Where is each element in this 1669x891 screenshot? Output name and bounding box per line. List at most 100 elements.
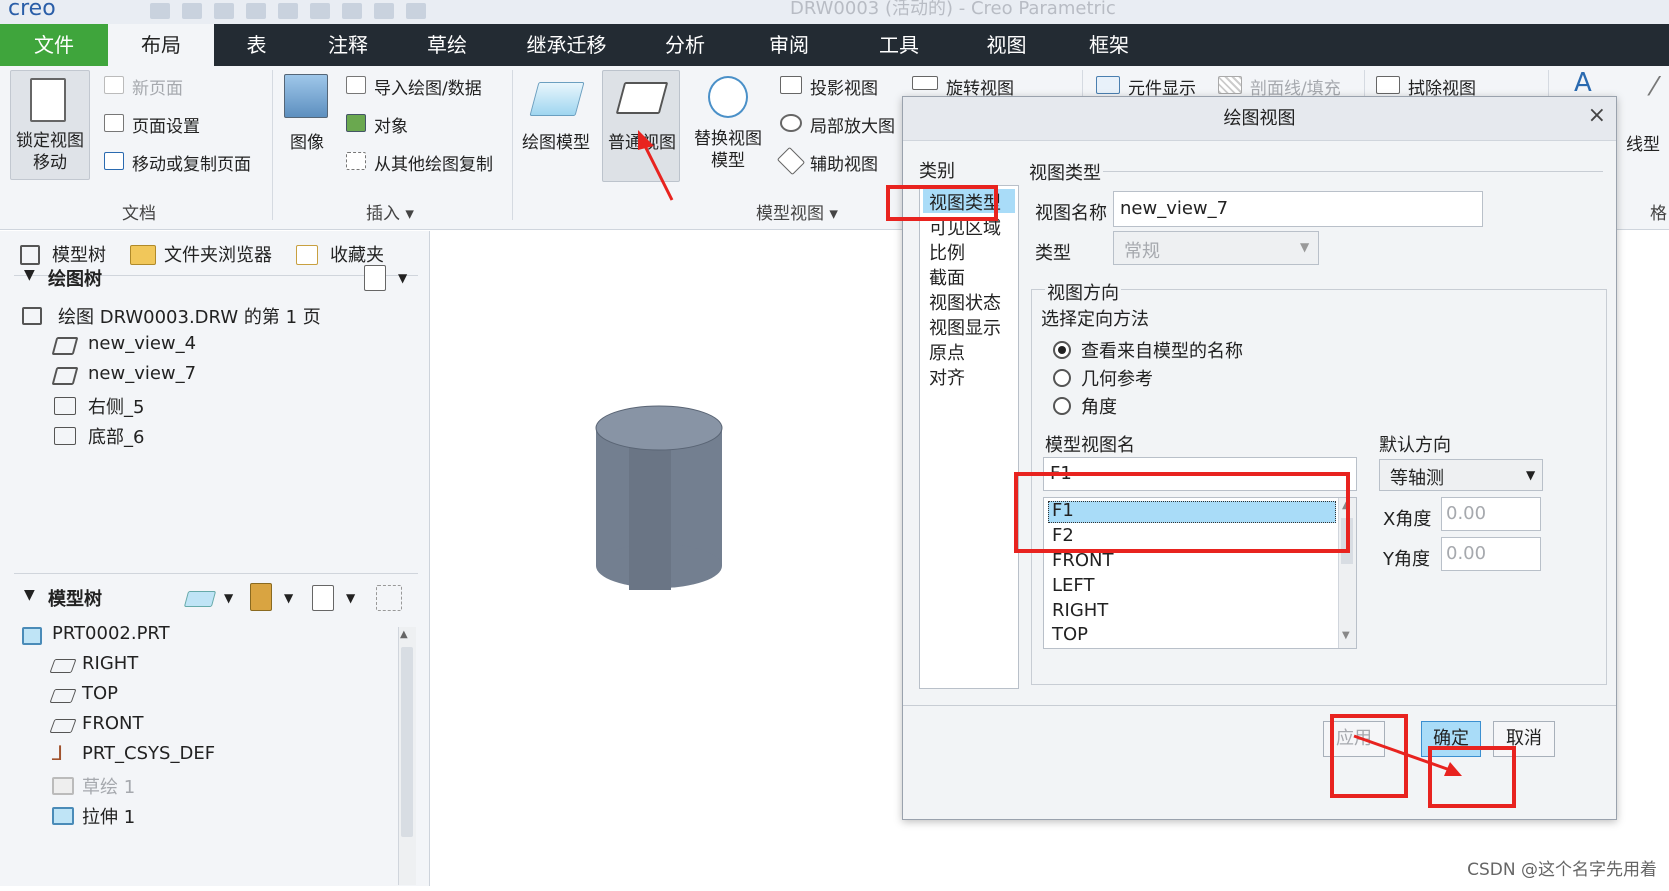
radio-geometry-ref-label[interactable]: 几何参考 bbox=[1081, 365, 1153, 391]
tab-sketch[interactable]: 草绘 bbox=[397, 24, 497, 66]
annotation-box bbox=[886, 185, 998, 221]
default-orientation-select[interactable]: 等轴测 ▼ bbox=[1379, 459, 1543, 491]
tree-item[interactable]: 底部_6 bbox=[88, 423, 144, 449]
tab-review[interactable]: 审阅 bbox=[734, 24, 844, 66]
scroll-down-icon[interactable]: ▼ bbox=[1342, 630, 1350, 641]
tree-settings-icon[interactable] bbox=[364, 265, 386, 291]
tab-tools[interactable]: 工具 bbox=[844, 24, 954, 66]
category-item[interactable]: 对齐 bbox=[929, 364, 965, 390]
x-angle-field[interactable]: 0.00 bbox=[1441, 497, 1541, 531]
category-item[interactable]: 截面 bbox=[929, 264, 965, 290]
tree-item[interactable]: new_view_7 bbox=[88, 363, 196, 384]
close-window-icon[interactable] bbox=[406, 3, 426, 19]
default-orientation-label: 默认方向 bbox=[1379, 435, 1451, 456]
list-item[interactable]: LEFT bbox=[1052, 575, 1094, 596]
object-button[interactable]: 对象 bbox=[374, 112, 408, 137]
tree-item[interactable]: new_view_4 bbox=[88, 333, 196, 354]
tab-favorites[interactable]: 收藏夹 bbox=[330, 241, 384, 267]
list-item[interactable]: TOP bbox=[1052, 624, 1088, 645]
replace-view-button[interactable]: 替换视图 模型 bbox=[694, 128, 762, 172]
tree-item[interactable]: TOP bbox=[82, 683, 118, 704]
tree-item[interactable]: PRT0002.PRT bbox=[52, 623, 170, 644]
radio-geometry-ref[interactable] bbox=[1053, 369, 1071, 387]
copy-from-drawing-button[interactable]: 从其他绘图复制 bbox=[374, 150, 493, 175]
projection-view-button[interactable]: 投影视图 bbox=[810, 74, 878, 99]
model-views-group-label[interactable]: 模型视图 ▾ bbox=[756, 199, 838, 224]
tab-table[interactable]: 表 bbox=[214, 24, 299, 66]
new-page-button[interactable]: 新页面 bbox=[132, 74, 183, 99]
x-angle-label: X角度 bbox=[1383, 509, 1432, 530]
chevron-down-icon[interactable]: ▼ bbox=[284, 591, 293, 605]
import-drawing-button[interactable]: 导入绘图/数据 bbox=[374, 74, 482, 99]
redo-icon[interactable] bbox=[278, 3, 298, 19]
tab-view[interactable]: 视图 bbox=[954, 24, 1059, 66]
image-button[interactable]: 图像 bbox=[290, 128, 324, 153]
tree-item[interactable]: 拉伸 1 bbox=[82, 803, 135, 829]
aux-view-button[interactable]: 辅助视图 bbox=[810, 150, 878, 175]
undo-icon[interactable] bbox=[246, 3, 266, 19]
type-select[interactable]: 常规 ▼ bbox=[1113, 231, 1319, 265]
move-copy-page-button[interactable]: 移动或复制页面 bbox=[132, 150, 251, 175]
regenerate-icon[interactable] bbox=[342, 3, 362, 19]
category-item[interactable]: 视图显示 bbox=[929, 314, 1001, 340]
radio-angle-label[interactable]: 角度 bbox=[1081, 393, 1117, 419]
page-setup-button[interactable]: 页面设置 bbox=[132, 112, 200, 137]
tab-folder-browser[interactable]: 文件夹浏览器 bbox=[164, 241, 272, 267]
graphics-canvas[interactable] bbox=[431, 231, 901, 886]
scroll-thumb[interactable] bbox=[401, 647, 413, 837]
chevron-down-icon[interactable]: ▼ bbox=[398, 271, 407, 285]
new-icon[interactable] bbox=[150, 3, 170, 19]
line-style-icon[interactable]: ⁄ bbox=[1652, 72, 1656, 102]
tree-item[interactable]: 右侧_5 bbox=[88, 393, 144, 419]
tree-item[interactable]: FRONT bbox=[82, 713, 144, 734]
drawing-model-button[interactable]: 绘图模型 bbox=[522, 128, 590, 153]
tab-file[interactable]: 文件 bbox=[0, 24, 108, 66]
collapse-icon[interactable]: ▼ bbox=[24, 587, 35, 603]
tab-analysis[interactable]: 分析 bbox=[636, 24, 734, 66]
detail-view-button[interactable]: 局部放大图 bbox=[810, 112, 895, 137]
tree-item[interactable]: PRT_CSYS_DEF bbox=[82, 743, 215, 764]
tab-annotate[interactable]: 注释 bbox=[299, 24, 397, 66]
window-icon[interactable] bbox=[374, 3, 394, 19]
tree-item[interactable]: 绘图 DRW0003.DRW 的第 1 页 bbox=[58, 303, 321, 329]
lock-view-icon bbox=[30, 78, 66, 122]
tab-model-tree[interactable]: 模型树 bbox=[52, 241, 106, 267]
scroll-up-icon[interactable]: ▲ bbox=[400, 629, 408, 640]
chevron-down-icon[interactable]: ▼ bbox=[346, 591, 355, 605]
close-icon[interactable]: × bbox=[1588, 103, 1606, 128]
cylinder-model[interactable] bbox=[431, 231, 901, 886]
tab-layout[interactable]: 布局 bbox=[108, 24, 214, 66]
category-item[interactable]: 原点 bbox=[929, 339, 965, 365]
view-name-field[interactable]: new_view_7 bbox=[1113, 191, 1483, 227]
open-icon[interactable] bbox=[182, 3, 202, 19]
show-icon[interactable] bbox=[183, 591, 217, 607]
tree-settings-icon[interactable] bbox=[312, 585, 334, 611]
scrollbar[interactable]: ▲ bbox=[398, 627, 416, 885]
radio-model-name-label[interactable]: 查看来自模型的名称 bbox=[1081, 337, 1243, 363]
quick-access-toolbar[interactable] bbox=[150, 0, 438, 22]
text-style-icon[interactable]: A bbox=[1574, 68, 1592, 98]
category-item[interactable]: 视图状态 bbox=[929, 289, 1001, 315]
save-icon[interactable] bbox=[214, 3, 234, 19]
radio-angle[interactable] bbox=[1053, 397, 1071, 415]
tree-item[interactable]: RIGHT bbox=[82, 653, 138, 674]
filter-icon[interactable] bbox=[376, 585, 402, 611]
chevron-down-icon[interactable]: ▼ bbox=[224, 591, 233, 605]
category-item[interactable]: 比例 bbox=[929, 239, 965, 265]
radio-model-name[interactable] bbox=[1053, 341, 1071, 359]
tab-legacy-migration[interactable]: 继承迁移 bbox=[497, 24, 636, 66]
general-view-icon bbox=[615, 82, 669, 114]
collapse-icon[interactable]: ▼ bbox=[24, 267, 35, 283]
tree-item[interactable]: 草绘 1 bbox=[82, 773, 135, 799]
tools-icon[interactable] bbox=[250, 583, 272, 611]
lock-view-label[interactable]: 锁定视图 移动 bbox=[16, 130, 84, 174]
extrude-icon bbox=[52, 807, 74, 825]
chevron-down-icon: ▼ bbox=[1526, 468, 1536, 482]
tab-framework[interactable]: 框架 bbox=[1059, 24, 1159, 66]
insert-group-label[interactable]: 插入 ▾ bbox=[366, 199, 414, 224]
select-icon[interactable] bbox=[310, 3, 330, 19]
model-tree-title: 模型树 bbox=[48, 589, 102, 610]
y-angle-field[interactable]: 0.00 bbox=[1441, 537, 1541, 571]
list-item[interactable]: FRONT bbox=[1052, 550, 1114, 571]
list-item[interactable]: RIGHT bbox=[1052, 600, 1108, 621]
